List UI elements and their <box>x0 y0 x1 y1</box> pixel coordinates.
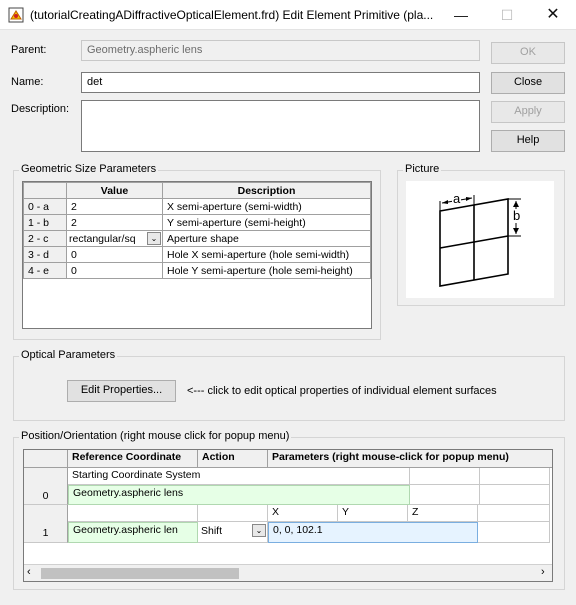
parent-label: Parent: <box>11 44 47 56</box>
action-dropdown[interactable]: Shift ⌄ <box>198 522 268 543</box>
ok-button[interactable]: OK <box>491 42 565 64</box>
description-label: Description: <box>11 103 70 115</box>
description-column-header: Description <box>162 182 371 199</box>
table-row: 1 - b 2 Y semi-aperture (semi-height) <box>23 214 371 231</box>
starting-coordinate-reference[interactable]: Geometry.aspheric lens <box>68 485 410 505</box>
aperture-shape-value: rectangular/sq <box>69 232 136 245</box>
value-cell[interactable]: 0 <box>66 246 163 263</box>
apply-button[interactable]: Apply <box>491 101 565 123</box>
row-number-0: 0 <box>24 468 68 505</box>
geometric-params-title: Geometric Size Parameters <box>19 163 159 175</box>
empty-cell <box>410 468 480 485</box>
edit-properties-hint: <--- click to edit optical properties of… <box>187 385 497 397</box>
table-row: 4 - e 0 Hole Y semi-aperture (hole semi-… <box>23 262 371 279</box>
empty-cell <box>478 522 550 543</box>
value-cell[interactable]: 2 <box>66 214 163 231</box>
edit-properties-button[interactable]: Edit Properties... <box>67 380 176 402</box>
chevron-down-icon[interactable]: ⌄ <box>252 524 266 537</box>
dimension-b-label: b <box>512 208 522 223</box>
table-row: 2 - c rectangular/sq ⌄ Aperture shape <box>23 230 371 247</box>
table-row: 0 - a 2 X semi-aperture (semi-width) <box>23 198 371 215</box>
value-cell[interactable]: 2 <box>66 198 163 215</box>
maximize-button[interactable]: ☐ <box>484 0 530 30</box>
aperture-shape-dropdown[interactable]: rectangular/sq ⌄ <box>66 230 163 247</box>
description-cell: Y semi-aperture (semi-height) <box>162 214 371 231</box>
parameters-column-header: Parameters (right mouse-click for popup … <box>268 450 552 468</box>
help-button[interactable]: Help <box>491 130 565 152</box>
x-axis-label: X <box>268 505 338 522</box>
grid-corner <box>23 182 67 199</box>
y-axis-label: Y <box>338 505 408 522</box>
z-axis-label: Z <box>408 505 478 522</box>
description-textarea[interactable] <box>81 100 480 152</box>
title-bar: (tutorialCreatingADiffractiveOpticalElem… <box>0 0 576 30</box>
picture-title: Picture <box>403 163 442 175</box>
row-header: 2 - c <box>23 230 67 247</box>
empty-cell <box>480 468 550 485</box>
value-cell[interactable]: 0 <box>66 262 163 279</box>
empty-cell <box>410 485 480 505</box>
geometric-params-grid: Value Description 0 - a 2 X semi-apertur… <box>22 181 372 329</box>
description-cell: Hole X semi-aperture (hole semi-width) <box>162 246 371 263</box>
empty-cell <box>68 505 198 522</box>
dimension-a-label: a <box>452 191 462 206</box>
description-cell: Hole Y semi-aperture (hole semi-height) <box>162 262 371 279</box>
action-column-header: Action <box>198 450 268 468</box>
starting-coordinate-label: Starting Coordinate System <box>68 468 410 485</box>
value-column-header: Value <box>66 182 163 199</box>
parameters-input[interactable]: 0, 0, 102.1 <box>268 522 478 543</box>
horizontal-scrollbar[interactable]: ‹ › <box>24 564 552 581</box>
scrollbar-thumb[interactable] <box>41 568 239 579</box>
chevron-down-icon[interactable]: ⌄ <box>147 232 161 245</box>
position-title: Position/Orientation (right mouse click … <box>19 430 292 442</box>
parent-field: Geometry.aspheric lens <box>81 40 480 61</box>
aperture-diagram: a b <box>406 181 554 298</box>
app-icon <box>8 7 24 23</box>
empty-cell <box>478 505 550 522</box>
optical-params-title: Optical Parameters <box>19 349 118 361</box>
scroll-left-icon[interactable]: ‹ <box>27 566 31 578</box>
row-header: 3 - d <box>23 246 67 263</box>
rectangle-aperture-icon <box>439 195 521 287</box>
name-label: Name: <box>11 76 44 88</box>
empty-cell <box>480 485 550 505</box>
description-cell: X semi-aperture (semi-width) <box>162 198 371 215</box>
table-row: 3 - d 0 Hole X semi-aperture (hole semi-… <box>23 246 371 263</box>
reference-coordinate-cell[interactable]: Geometry.aspheric len <box>68 522 198 543</box>
scroll-right-icon[interactable]: › <box>541 566 545 578</box>
row-header: 1 - b <box>23 214 67 231</box>
row-header: 4 - e <box>23 262 67 279</box>
description-cell: Aperture shape <box>162 230 371 247</box>
close-button[interactable]: Close <box>491 72 565 94</box>
grid-corner <box>24 450 68 468</box>
minimize-button[interactable]: — <box>438 0 484 30</box>
action-value: Shift <box>201 524 223 537</box>
row-header: 0 - a <box>23 198 67 215</box>
name-input[interactable]: det <box>81 72 480 93</box>
close-window-button[interactable]: ✕ <box>530 0 576 30</box>
window-title: (tutorialCreatingADiffractiveOpticalElem… <box>30 8 434 22</box>
empty-cell <box>198 505 268 522</box>
row-number-1: 1 <box>24 505 68 543</box>
position-grid: Reference Coordinate Action Parameters (… <box>23 449 553 582</box>
reference-column-header: Reference Coordinate <box>68 450 198 468</box>
